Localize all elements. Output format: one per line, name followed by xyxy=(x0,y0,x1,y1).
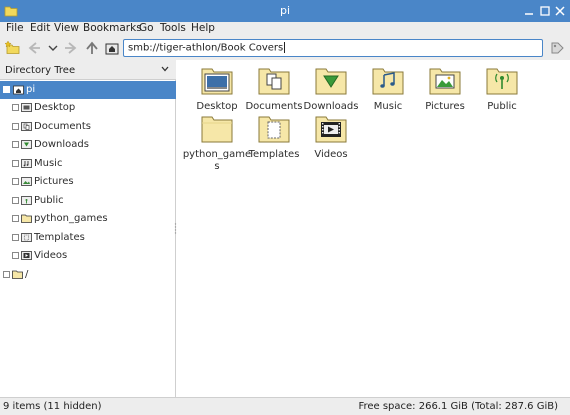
videos-folder-icon xyxy=(21,251,32,260)
templates-folder-icon xyxy=(21,233,32,242)
path-input[interactable]: smb://tiger-athlon/Book Covers xyxy=(123,39,543,57)
tree-item-label: pi xyxy=(26,84,36,95)
file-item-public[interactable]: Public xyxy=(472,66,532,126)
folder-icon xyxy=(21,214,32,223)
collapse-icon[interactable] xyxy=(3,86,10,93)
tree-item-label: python_games xyxy=(34,213,108,224)
menu-tools[interactable]: Tools xyxy=(160,22,186,34)
tree-item-videos[interactable]: Videos xyxy=(0,247,176,265)
downloads-folder-icon xyxy=(315,68,347,95)
home-folder-icon xyxy=(13,85,24,95)
chevron-down-icon[interactable] xyxy=(160,64,170,74)
minimize-icon[interactable] xyxy=(522,4,536,18)
tree-item-label: Pictures xyxy=(34,176,74,187)
tree-item-pictures[interactable]: Pictures xyxy=(0,173,176,191)
file-item-label: Videos xyxy=(314,149,348,160)
file-item-label: Public xyxy=(487,101,517,112)
menu-file[interactable]: File xyxy=(6,22,24,34)
desktop-folder-icon xyxy=(21,103,32,112)
side-panel-title: Directory Tree xyxy=(5,65,76,76)
expand-icon[interactable] xyxy=(12,160,19,167)
tree-item-label: Templates xyxy=(34,232,85,243)
tree-item-label: Desktop xyxy=(34,102,76,113)
path-text: smb://tiger-athlon/Book Covers xyxy=(128,42,284,54)
expand-icon[interactable] xyxy=(12,197,19,204)
file-view[interactable]: Desktop Documents Downloads Music Pictur… xyxy=(177,60,570,397)
menu-bookmarks[interactable]: Bookmarks xyxy=(83,22,142,34)
new-tab-icon[interactable] xyxy=(5,40,21,56)
menu-help[interactable]: Help xyxy=(191,22,215,34)
expand-icon[interactable] xyxy=(12,234,19,241)
tree-item-downloads[interactable]: Downloads xyxy=(0,136,176,154)
back-icon[interactable] xyxy=(26,40,42,56)
templates-folder-icon xyxy=(258,116,290,143)
expand-icon[interactable] xyxy=(12,252,19,259)
public-folder-icon xyxy=(486,68,518,95)
up-icon[interactable] xyxy=(84,40,100,56)
file-item-videos[interactable]: Videos xyxy=(301,114,361,174)
menu-edit[interactable]: Edit xyxy=(30,22,50,34)
pictures-folder-icon xyxy=(21,177,32,186)
tree-item-python-games[interactable]: python_games xyxy=(0,210,176,228)
maximize-icon[interactable] xyxy=(538,4,552,18)
home-icon[interactable] xyxy=(104,40,120,56)
tree-item-label: Downloads xyxy=(34,139,89,150)
tree-item-label: Music xyxy=(34,158,63,169)
forward-icon[interactable] xyxy=(63,40,79,56)
directory-tree-panel: Directory Tree pi Desktop Documents Down… xyxy=(0,60,176,397)
tree-item-pi[interactable]: pi xyxy=(0,81,176,99)
expand-icon[interactable] xyxy=(12,215,19,222)
pictures-folder-icon xyxy=(429,68,461,95)
free-space: Free space: 266.1 GiB (Total: 287.6 GiB) xyxy=(358,401,558,412)
file-item-python-games[interactable]: python_games xyxy=(183,114,251,174)
go-icon[interactable] xyxy=(549,40,565,56)
file-item-pictures[interactable]: Pictures xyxy=(415,66,475,126)
folder-icon xyxy=(201,116,233,143)
tree-item-label: / xyxy=(25,269,29,280)
videos-folder-icon xyxy=(315,116,347,143)
title-bar[interactable]: pi xyxy=(0,0,570,22)
tree-item-music[interactable]: Music xyxy=(0,155,176,173)
history-dropdown-icon[interactable] xyxy=(45,40,61,56)
menu-view[interactable]: View xyxy=(54,22,79,34)
expand-icon[interactable] xyxy=(12,123,19,130)
expand-icon[interactable] xyxy=(12,104,19,111)
tree-item-label: Videos xyxy=(34,250,68,261)
toolbar: smb://tiger-athlon/Book Covers xyxy=(0,36,570,60)
menu-bar: File Edit View Bookmarks Go Tools Help xyxy=(0,22,570,36)
tree-item-templates[interactable]: Templates xyxy=(0,229,176,247)
status-bar: 9 items (11 hidden) Free space: 266.1 Gi… xyxy=(0,397,570,415)
close-icon[interactable] xyxy=(553,4,567,18)
expand-icon[interactable] xyxy=(12,141,19,148)
public-folder-icon xyxy=(21,196,32,205)
tree-item-public[interactable]: Public xyxy=(0,192,176,210)
text-caret xyxy=(284,42,286,53)
expand-icon[interactable] xyxy=(3,271,10,278)
tree-item-documents[interactable]: Documents xyxy=(0,118,176,136)
expand-icon[interactable] xyxy=(12,178,19,185)
window-title: pi xyxy=(279,4,291,17)
downloads-folder-icon xyxy=(21,140,32,149)
documents-folder-icon xyxy=(21,122,32,131)
menu-go[interactable]: Go xyxy=(139,22,154,34)
tree-item-root[interactable]: / xyxy=(0,266,176,284)
documents-folder-icon xyxy=(258,68,290,95)
music-folder-icon xyxy=(372,68,404,95)
music-folder-icon xyxy=(21,159,32,168)
tree-item-label: Public xyxy=(34,195,64,206)
file-item-music[interactable]: Music xyxy=(358,66,418,126)
tree-item-label: Documents xyxy=(34,121,92,132)
side-panel-header[interactable]: Directory Tree xyxy=(0,60,176,80)
tree-item-desktop[interactable]: Desktop xyxy=(0,99,176,117)
desktop-folder-icon xyxy=(201,68,233,95)
file-item-templates[interactable]: Templates xyxy=(244,114,304,174)
folder-icon xyxy=(12,270,23,279)
item-count: 9 items (11 hidden) xyxy=(3,401,102,412)
